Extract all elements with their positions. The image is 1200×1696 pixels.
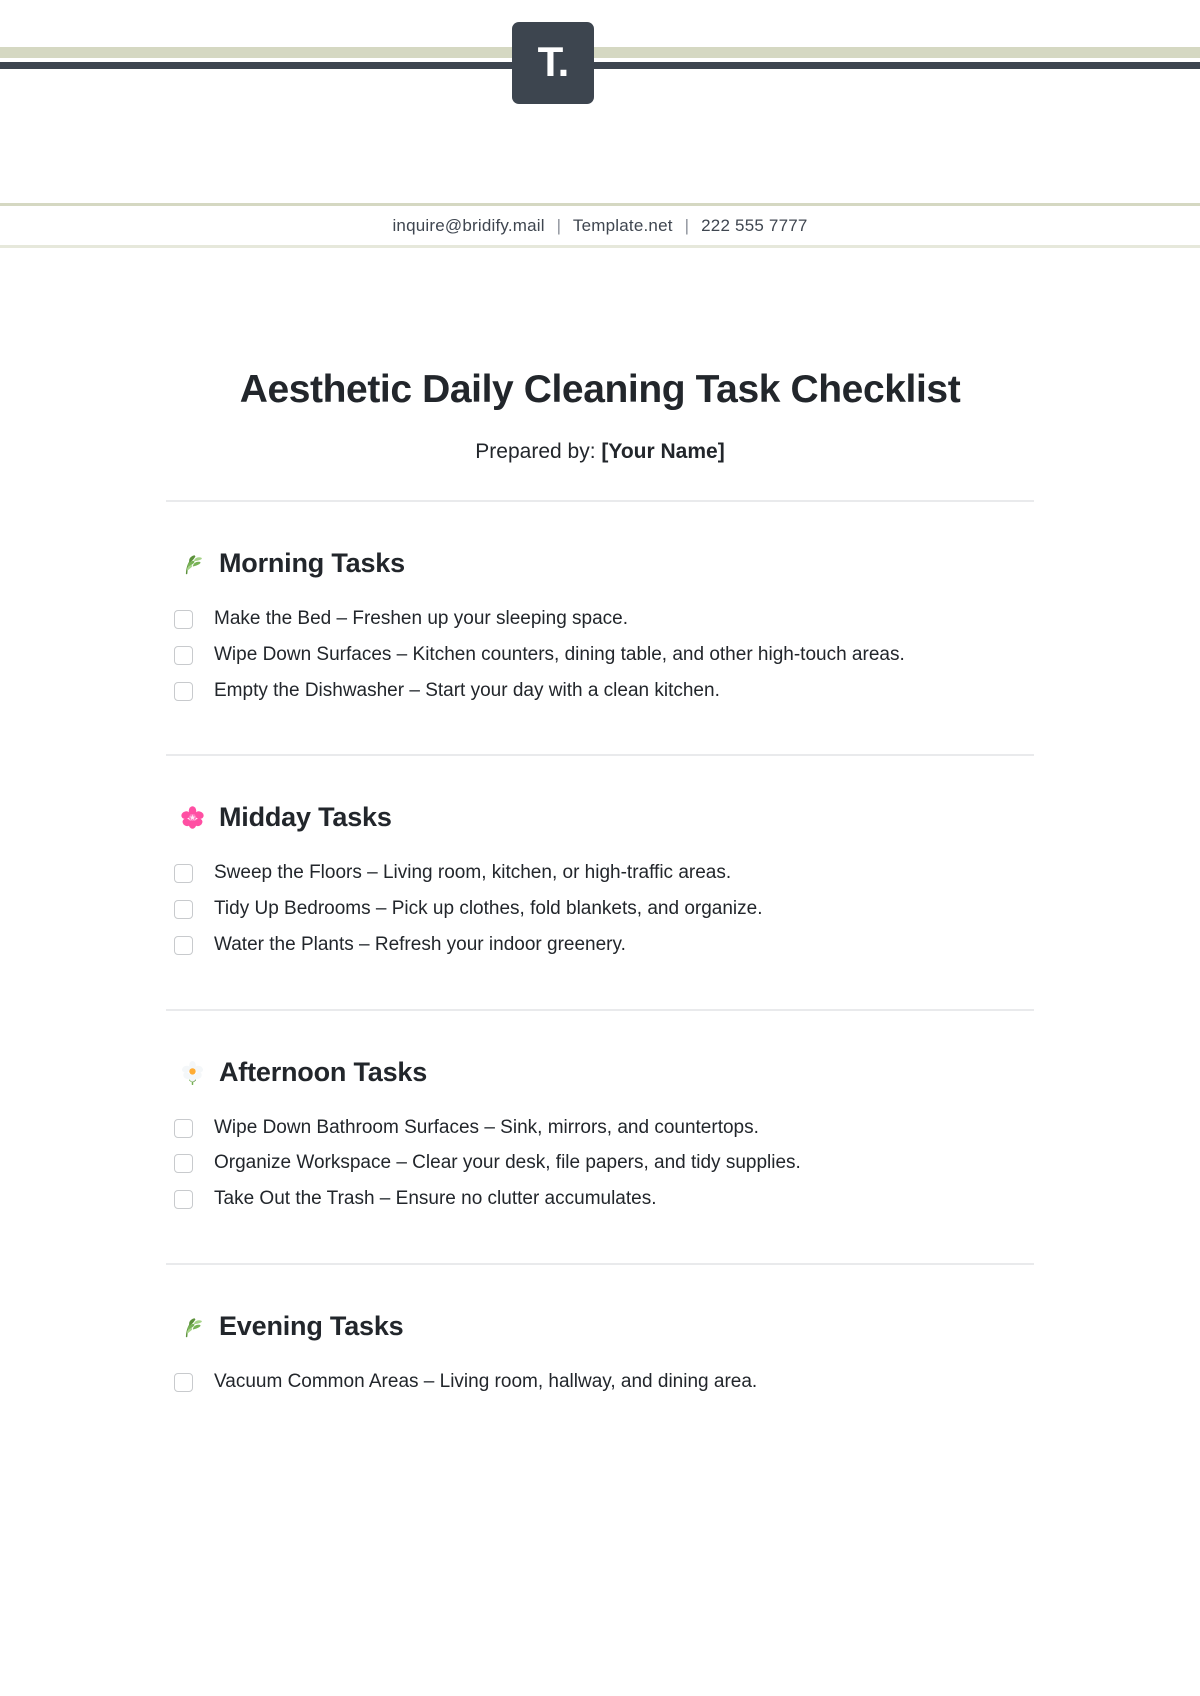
task-item[interactable]: Organize Workspace – Clear your desk, fi… — [174, 1145, 1034, 1181]
header-dark-rule — [0, 62, 1200, 69]
task-label: Vacuum Common Areas – Living room, hallw… — [214, 1370, 758, 1392]
task-checkbox[interactable] — [174, 1154, 193, 1174]
header-rules: T. — [0, 0, 1200, 130]
task-label: Sweep the Floors – Living room, kitchen,… — [214, 862, 732, 884]
section-title: Evening Tasks — [219, 1310, 404, 1341]
task-section: Evening Tasks Vacuum Common Areas – Livin… — [166, 1265, 1034, 1446]
task-item[interactable]: Sweep the Floors – Living room, kitchen,… — [174, 855, 1034, 891]
task-item[interactable]: Wipe Down Bathroom Surfaces – Sink, mirr… — [174, 1110, 1034, 1146]
task-list: Sweep the Floors – Living room, kitchen,… — [174, 833, 1034, 1008]
task-label: Tidy Up Bedrooms – Pick up clothes, fold… — [214, 898, 763, 919]
contact-phone: 222 555 7777 — [701, 215, 808, 235]
contact-separator-1: | — [556, 215, 562, 235]
task-checkbox[interactable] — [174, 1372, 193, 1392]
task-section: Morning Tasks Make the Bed – Freshen up y… — [166, 502, 1034, 754]
contact-email: inquire@bridify.mail — [392, 215, 545, 235]
cherry-blossom-icon — [178, 805, 206, 830]
document-page: T. inquire@bridify.mail | Template.net |… — [0, 0, 1200, 1696]
task-label: Organize Workspace – Clear your desk, fi… — [214, 1152, 801, 1174]
task-checkbox[interactable] — [174, 900, 193, 919]
contact-website: Template.net — [572, 215, 673, 235]
task-list: Vacuum Common Areas – Living room, hallw… — [174, 1342, 1034, 1446]
herb-leaf-icon — [178, 1314, 206, 1339]
herb-leaf-icon — [178, 551, 206, 576]
task-item[interactable]: Take Out the Trash – Ensure no clutter a… — [174, 1181, 1034, 1217]
task-label: Wipe Down Surfaces – Kitchen counters, d… — [214, 643, 905, 665]
task-checkbox[interactable] — [174, 681, 193, 701]
section-header: Afternoon Tasks — [178, 1011, 1034, 1088]
brand-logo-letter: T. — [537, 38, 570, 85]
task-list: Wipe Down Bathroom Surfaces – Sink, mirr… — [174, 1088, 1034, 1263]
task-section: Midday Tasks Sweep the Floors – Living ro… — [166, 756, 1034, 1008]
blossom-flower-icon — [178, 1060, 206, 1085]
section-header: Evening Tasks — [178, 1265, 1034, 1342]
task-label: Wipe Down Bathroom Surfaces – Sink, mirr… — [214, 1116, 759, 1138]
task-checkbox[interactable] — [174, 1190, 193, 1209]
task-item[interactable]: Wipe Down Surfaces – Kitchen counters, d… — [174, 637, 1034, 673]
prepared-by: Prepared by: [Your Name] — [0, 440, 1200, 464]
section-title: Afternoon Tasks — [219, 1056, 428, 1087]
task-checkbox[interactable] — [174, 1118, 193, 1138]
task-checkbox[interactable] — [174, 610, 193, 629]
task-item[interactable]: Empty the Dishwasher – Start your day wi… — [174, 673, 1034, 709]
brand-logo: T. — [512, 22, 594, 104]
section-header: Midday Tasks — [178, 756, 1034, 833]
prepared-by-value: [Your Name] — [601, 440, 725, 463]
task-checkbox[interactable] — [174, 935, 193, 955]
task-item[interactable]: Vacuum Common Areas – Living room, hallw… — [174, 1364, 1034, 1400]
contact-line: inquire@bridify.mail | Template.net | 22… — [392, 216, 807, 236]
task-checkbox[interactable] — [174, 645, 193, 665]
task-checkbox[interactable] — [174, 864, 193, 884]
header-sage-rule — [0, 47, 1200, 58]
page-title: Aesthetic Daily Cleaning Task Checklist — [239, 368, 961, 411]
checklist-body: Morning Tasks Make the Bed – Freshen up y… — [0, 500, 1200, 1446]
contact-strip: inquire@bridify.mail | Template.net | 22… — [0, 203, 1200, 248]
task-section: Afternoon Tasks Wipe Down Bathroom Surfac… — [166, 1011, 1034, 1263]
section-title: Midday Tasks — [219, 802, 392, 833]
task-label: Empty the Dishwasher – Start your day wi… — [214, 679, 720, 701]
section-header: Morning Tasks — [178, 502, 1034, 579]
task-label: Take Out the Trash – Ensure no clutter a… — [214, 1188, 657, 1209]
prepared-by-label: Prepared by: — [475, 440, 596, 463]
task-item[interactable]: Tidy Up Bedrooms – Pick up clothes, fold… — [174, 891, 1034, 927]
task-item[interactable]: Water the Plants – Refresh your indoor g… — [174, 927, 1034, 963]
task-label: Water the Plants – Refresh your indoor g… — [214, 933, 626, 955]
task-item[interactable]: Make the Bed – Freshen up your sleeping … — [174, 601, 1034, 637]
task-list: Make the Bed – Freshen up your sleeping … — [174, 579, 1034, 754]
section-title: Morning Tasks — [219, 548, 405, 578]
contact-separator-2: | — [684, 215, 690, 235]
task-label: Make the Bed – Freshen up your sleeping … — [214, 608, 629, 629]
